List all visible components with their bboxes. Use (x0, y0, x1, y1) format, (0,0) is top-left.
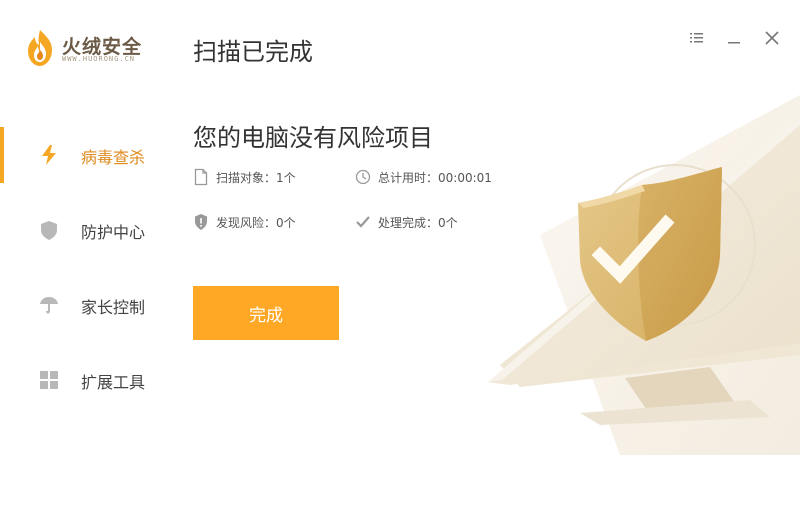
active-indicator (0, 127, 4, 183)
app-url: WWW.HUORONG.CN (62, 55, 136, 63)
flame-logo-icon (28, 30, 52, 66)
monitor-shield-illustration (488, 95, 800, 455)
sidebar-item-extended-tools[interactable]: 扩展工具 (0, 352, 170, 408)
stat-scanned-label: 扫描对象：1个 (216, 171, 296, 185)
lightning-icon (42, 145, 56, 165)
document-icon (194, 168, 208, 186)
result-headline: 您的电脑没有风险项目 (193, 124, 433, 152)
sidebar: 火绒安全 WWW.HUORONG.CN 病毒查杀 防护中心 家长控制 扩展工具 (0, 0, 170, 515)
sidebar-item-label: 扩展工具 (81, 373, 146, 392)
menu-icon[interactable] (686, 28, 706, 48)
shield-icon (41, 221, 57, 240)
checkmark-icon (356, 216, 370, 228)
sidebar-item-protection[interactable]: 防护中心 (0, 202, 170, 258)
stat-handled-label: 处理完成：0个 (378, 216, 458, 230)
sidebar-item-virus-scan[interactable]: 病毒查杀 (0, 127, 170, 183)
app-logo: 火绒安全 WWW.HUORONG.CN (24, 28, 164, 68)
shield-alert-icon (195, 214, 207, 230)
clock-icon (355, 169, 371, 185)
stat-risks-label: 发现风险：0个 (216, 216, 296, 230)
grid-icon (40, 371, 58, 389)
sidebar-item-label: 病毒查杀 (81, 148, 146, 167)
sidebar-item-parental-control[interactable]: 家长控制 (0, 277, 170, 333)
page-title: 扫描已完成 (193, 38, 313, 66)
minimize-icon[interactable] (724, 28, 744, 48)
close-icon[interactable] (762, 28, 782, 48)
sidebar-item-label: 防护中心 (81, 223, 146, 242)
sidebar-item-label: 家长控制 (81, 298, 146, 317)
done-button[interactable]: 完成 (193, 286, 339, 340)
umbrella-icon (40, 297, 58, 314)
